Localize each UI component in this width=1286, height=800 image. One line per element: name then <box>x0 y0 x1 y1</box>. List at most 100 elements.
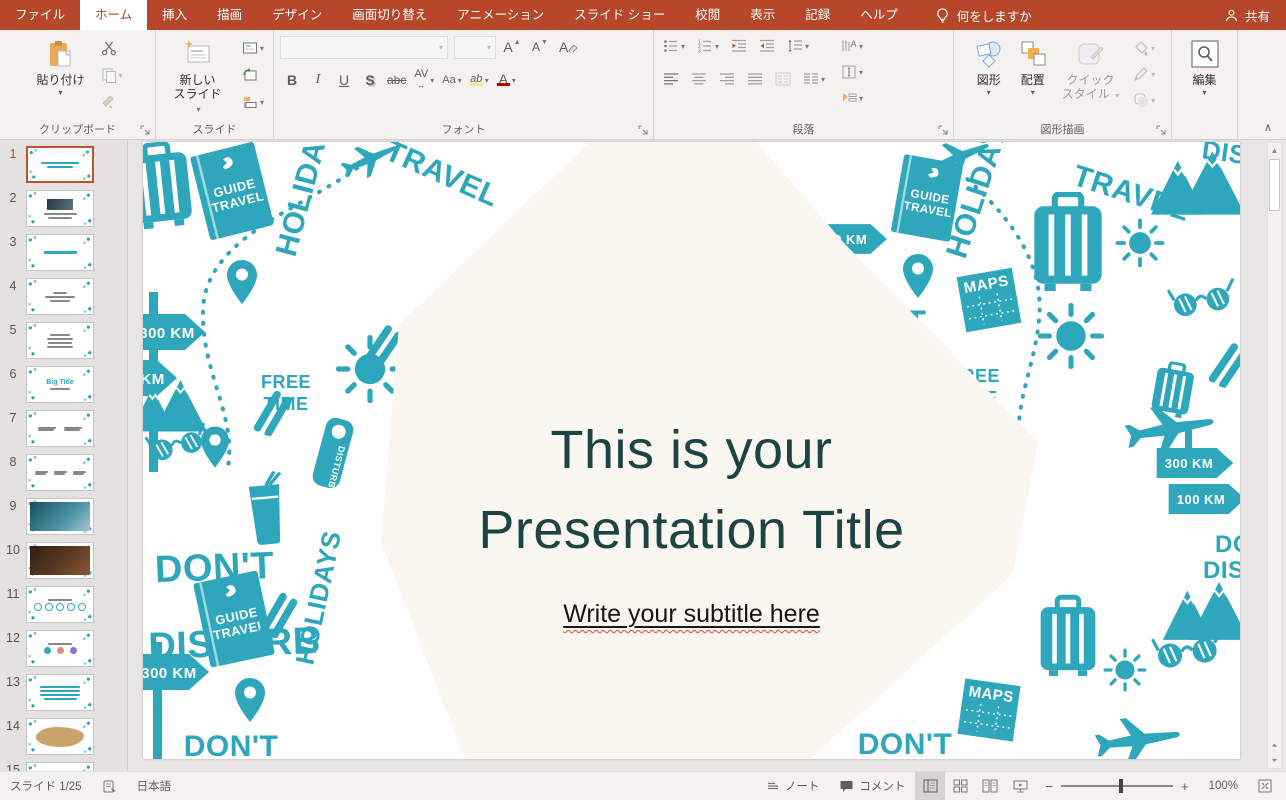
next-slide-button[interactable]: ⏷ <box>1267 753 1282 768</box>
ribbon-tab-view[interactable]: 表示 <box>735 0 790 30</box>
ribbon-tab-file[interactable]: ファイル <box>0 0 80 30</box>
ribbon-tab-review[interactable]: 校閲 <box>680 0 735 30</box>
slide-thumbnail-13[interactable] <box>26 674 94 711</box>
font-size-combobox[interactable]: ▾ <box>454 36 496 59</box>
slide-thumbnail-15[interactable]: 51,791,300 <box>26 762 94 771</box>
bullets-button[interactable]: ▾ <box>660 35 688 57</box>
zoom-out-button[interactable]: − <box>1045 779 1053 794</box>
clipboard-dialog-launcher[interactable] <box>139 124 151 136</box>
reset-slide-button[interactable] <box>239 64 267 86</box>
ribbon-tab-transitions[interactable]: 画面切り替え <box>337 0 442 30</box>
slide-thumbnail-9[interactable] <box>26 498 94 535</box>
ribbon-tab-animations[interactable]: アニメーション <box>442 0 559 30</box>
clear-formatting-button[interactable]: A <box>556 35 581 59</box>
ribbon-tab-insert[interactable]: 挿入 <box>147 0 202 30</box>
increase-font-size-button[interactable]: A▲ <box>500 35 524 59</box>
view-slide-sorter-button[interactable] <box>945 772 975 800</box>
justify-button[interactable] <box>744 68 766 90</box>
slide-thumbnail-1[interactable] <box>26 146 94 183</box>
shape-outline-button[interactable]: ▾ <box>1130 63 1158 85</box>
view-normal-button[interactable] <box>915 772 945 800</box>
cut-button[interactable] <box>98 37 126 59</box>
numbering-button[interactable]: 123▾ <box>694 35 722 57</box>
tell-me-box[interactable]: 何をしますか <box>935 0 1032 30</box>
zoom-slider[interactable] <box>1061 785 1173 787</box>
shape-effects-button[interactable]: ▾ <box>1130 89 1158 111</box>
convert-to-smartart-button[interactable]: ▾ <box>838 87 866 109</box>
copy-button[interactable]: ▾ <box>98 64 126 86</box>
slide-thumbnail-6[interactable]: Big Title <box>26 366 94 403</box>
text-direction-button[interactable]: A▾ <box>838 35 866 57</box>
underline-button[interactable]: U <box>332 68 356 92</box>
drawing-dialog-launcher[interactable] <box>1155 124 1167 136</box>
view-reading-button[interactable] <box>975 772 1005 800</box>
start-slideshow-button[interactable] <box>1005 772 1035 800</box>
scrollbar-thumb[interactable] <box>1269 159 1280 211</box>
align-center-button[interactable] <box>688 68 710 90</box>
align-text-button[interactable]: ▾ <box>838 61 866 83</box>
bold-button[interactable]: B <box>280 68 304 92</box>
slide-thumbnail-3[interactable] <box>26 234 94 271</box>
slide-thumbnail-14[interactable] <box>26 718 94 755</box>
columns-button[interactable] <box>772 68 794 90</box>
paragraph-dialog-launcher[interactable] <box>937 124 949 136</box>
change-case-button[interactable]: Aa▾ <box>439 68 464 92</box>
shapes-button[interactable]: 図形 ▾ <box>967 35 1011 107</box>
ribbon-tab-design[interactable]: デザイン <box>257 0 337 30</box>
slide-thumbnail-2[interactable] <box>26 190 94 227</box>
italic-button[interactable]: I <box>306 68 330 92</box>
quick-styles-button[interactable]: クイックスタイル ▾ <box>1055 35 1126 107</box>
slide-thumbnail-12[interactable] <box>26 630 94 667</box>
strikethrough-button[interactable]: abc <box>384 68 409 92</box>
shape-fill-button[interactable]: ▾ <box>1130 37 1158 59</box>
spell-check-indicator[interactable] <box>92 772 127 800</box>
paste-button[interactable]: 貼り付け ▾ <box>29 35 91 101</box>
slide-thumbnail-5[interactable] <box>26 322 94 359</box>
share-button[interactable]: 共有 <box>1208 0 1286 30</box>
zoom-slider-thumb[interactable] <box>1119 779 1123 793</box>
section-button[interactable]: ▾ <box>239 91 267 113</box>
slide-thumbnail-11[interactable] <box>26 586 94 623</box>
ribbon-tab-draw[interactable]: 描画 <box>202 0 257 30</box>
editing-button[interactable]: 編集 ▾ <box>1183 35 1227 101</box>
zoom-in-button[interactable]: + <box>1181 779 1189 794</box>
decrease-indent-button[interactable] <box>728 35 750 57</box>
scroll-up-button[interactable]: ▲ <box>1267 143 1282 158</box>
format-painter-button[interactable] <box>98 91 126 113</box>
new-slide-button[interactable]: 新しいスライド ▾ <box>162 35 233 121</box>
font-name-combobox[interactable]: ▾ <box>280 36 448 59</box>
slide-thumbnail-4[interactable] <box>26 278 94 315</box>
font-dialog-launcher[interactable] <box>637 124 649 136</box>
collapse-ribbon-button[interactable]: ∧ <box>1264 121 1272 134</box>
fit-slide-to-window-button[interactable] <box>1248 772 1286 800</box>
add-remove-columns-button[interactable]: ▾ <box>800 68 828 90</box>
slide-thumbnail-8[interactable] <box>26 454 94 491</box>
line-spacing-button[interactable]: ▾ <box>784 35 812 57</box>
slide-title[interactable]: This is your Presentation Title <box>143 410 1240 570</box>
decrease-font-size-button[interactable]: A▼ <box>528 35 552 59</box>
slide-scrollbar[interactable]: ▲ ⏶ ⏷ <box>1267 142 1282 769</box>
highlight-color-button[interactable]: ab▾ <box>467 68 492 92</box>
font-color-button[interactable]: A▾ <box>494 68 519 92</box>
language-indicator[interactable]: 日本語 <box>127 772 182 800</box>
ribbon-tab-record[interactable]: 記録 <box>790 0 845 30</box>
comments-toggle[interactable]: コメント <box>829 772 915 800</box>
align-left-button[interactable] <box>660 68 682 90</box>
ribbon-tab-home[interactable]: ホーム <box>80 0 147 30</box>
notes-toggle[interactable]: ノート <box>756 772 830 800</box>
slide-thumbnail-7[interactable] <box>26 410 94 447</box>
slide-thumbnail-10[interactable] <box>26 542 94 579</box>
slide-editor[interactable]: MAPS GUIDE TRAVEL <box>143 142 1240 759</box>
arrange-button[interactable]: 配置 ▾ <box>1011 35 1055 107</box>
ribbon-tab-help[interactable]: ヘルプ <box>845 0 913 30</box>
ribbon-tab-slideshow[interactable]: スライド ショー <box>559 0 680 30</box>
slide-counter[interactable]: スライド 1/25 <box>0 772 92 800</box>
zoom-level[interactable]: 100% <box>1199 772 1248 800</box>
slide-subtitle[interactable]: Write your subtitle here <box>143 600 1240 629</box>
increase-indent-button[interactable] <box>756 35 778 57</box>
character-spacing-button[interactable]: AV↔▾ <box>411 68 437 92</box>
text-shadow-button[interactable]: S <box>358 68 382 92</box>
previous-slide-button[interactable]: ⏶ <box>1267 738 1282 753</box>
layout-button[interactable]: ▾ <box>239 37 267 59</box>
align-right-button[interactable] <box>716 68 738 90</box>
